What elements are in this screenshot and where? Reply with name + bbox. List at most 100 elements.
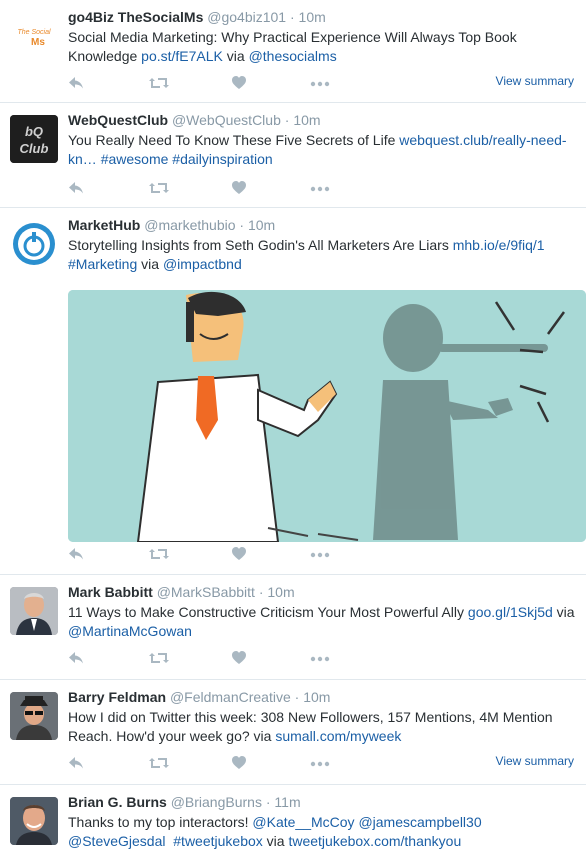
tweet[interactable]: MarketHub @markethubio · 10m Storytellin…	[0, 208, 586, 575]
mention-link[interactable]: @impactbnd	[163, 256, 242, 272]
text-segment: 11 Ways to Make Constructive Criticism Y…	[68, 604, 468, 620]
timestamp[interactable]: 10m	[293, 112, 320, 128]
separator: ·	[258, 584, 264, 600]
tweet-text: 11 Ways to Make Constructive Criticism Y…	[68, 603, 576, 641]
more-icon[interactable]	[310, 179, 330, 197]
reply-icon[interactable]	[68, 74, 84, 92]
like-icon[interactable]	[231, 74, 247, 92]
svg-text:Ms: Ms	[31, 37, 45, 48]
mention-link[interactable]: @Kate__McCoy	[252, 814, 354, 830]
separator: ·	[265, 794, 271, 810]
text-segment: Thanks to my top interactors!	[68, 814, 253, 830]
retweet-icon[interactable]	[148, 754, 170, 772]
mention-link[interactable]: @jamescampbell30	[358, 814, 481, 830]
text-segment: via	[552, 604, 575, 620]
avatar[interactable]: bQ Club	[10, 115, 58, 163]
avatar[interactable]	[10, 587, 58, 635]
author-handle[interactable]: @MarkSBabbitt	[157, 584, 255, 600]
hashtag-link[interactable]: #dailyinspiration	[172, 151, 272, 167]
retweet-icon[interactable]	[148, 649, 170, 667]
tweet[interactable]: The Social Ms go4Biz TheSocialMs @go4biz…	[0, 0, 586, 103]
mention-link[interactable]: @thesocialms	[249, 48, 337, 64]
svg-text:Club: Club	[20, 141, 49, 156]
retweet-icon[interactable]	[148, 74, 170, 92]
author-name[interactable]: Mark Babbitt	[68, 584, 153, 600]
tweet-actions: View summary	[68, 74, 576, 92]
author-name[interactable]: go4Biz TheSocialMs	[68, 9, 203, 25]
separator: ·	[289, 9, 295, 25]
more-icon[interactable]	[310, 74, 330, 92]
link[interactable]: po.st/fE7ALK	[141, 48, 223, 64]
view-summary-link[interactable]: View summary	[496, 754, 574, 768]
view-summary-link[interactable]: View summary	[496, 74, 574, 88]
tweet-text: Storytelling Insights from Seth Godin's …	[68, 236, 576, 274]
link[interactable]: mhb.io/e/9fiq/1	[453, 237, 545, 253]
markethub-logo	[13, 223, 55, 265]
avatar[interactable]	[10, 692, 58, 740]
retweet-icon[interactable]	[148, 545, 170, 563]
mention-link[interactable]: @SteveGjesdal	[68, 833, 165, 849]
separator: ·	[294, 689, 300, 705]
link[interactable]: goo.gl/1Skj5d	[468, 604, 553, 620]
reply-icon[interactable]	[68, 545, 84, 563]
author-name[interactable]: WebQuestClub	[68, 112, 168, 128]
tweet-actions	[68, 179, 576, 197]
like-icon[interactable]	[231, 545, 247, 563]
tweet-text: You Really Need To Know These Five Secre…	[68, 131, 576, 169]
tweet-actions: View summary	[68, 754, 576, 772]
liar-illustration	[68, 290, 586, 542]
more-icon[interactable]	[310, 545, 330, 563]
author-name[interactable]: Brian G. Burns	[68, 794, 167, 810]
tweet-actions	[68, 649, 576, 667]
link[interactable]: tweetjukebox.com/thankyou	[288, 833, 461, 849]
reply-icon[interactable]	[68, 649, 84, 667]
text-segment: You Really Need To Know These Five Secre…	[68, 132, 400, 148]
brian-burns-photo	[10, 797, 58, 845]
tweet[interactable]: Barry Feldman @FeldmanCreative · 10m How…	[0, 680, 586, 785]
tweet-text: How I did on Twitter this week: 308 New …	[68, 708, 576, 746]
tweet-text: Social Media Marketing: Why Practical Ex…	[68, 28, 576, 66]
svg-text:bQ: bQ	[25, 124, 43, 139]
author-handle[interactable]: @FeldmanCreative	[170, 689, 291, 705]
timestamp[interactable]: 10m	[248, 217, 275, 233]
like-icon[interactable]	[231, 754, 247, 772]
author-handle[interactable]: @BriangBurns	[171, 794, 262, 810]
hashtag-link[interactable]: #Marketing	[68, 256, 137, 272]
avatar[interactable]	[10, 220, 58, 268]
timestamp[interactable]: 10m	[299, 9, 326, 25]
avatar[interactable]: The Social Ms	[10, 12, 58, 60]
webquestclub-logo: bQ Club	[10, 115, 58, 163]
retweet-icon[interactable]	[148, 179, 170, 197]
author-handle[interactable]: @WebQuestClub	[172, 112, 281, 128]
reply-icon[interactable]	[68, 754, 84, 772]
author-handle[interactable]: @go4biz101	[207, 9, 286, 25]
tweet[interactable]: Mark Babbitt @MarkSBabbitt · 10m 11 Ways…	[0, 575, 586, 680]
separator: ·	[239, 217, 245, 233]
thesocialms-logo: The Social Ms	[17, 29, 51, 48]
avatar[interactable]	[10, 797, 58, 845]
svg-text:The Social: The Social	[17, 29, 51, 36]
author-name[interactable]: Barry Feldman	[68, 689, 166, 705]
tweet-actions	[68, 545, 576, 563]
text-segment: via	[137, 256, 163, 272]
barry-feldman-photo	[10, 692, 58, 740]
timestamp[interactable]: 10m	[267, 584, 294, 600]
more-icon[interactable]	[310, 649, 330, 667]
hashtag-link[interactable]: #tweetjukebox	[173, 833, 263, 849]
mention-link[interactable]: @MartinaMcGowan	[68, 623, 192, 639]
reply-icon[interactable]	[68, 179, 84, 197]
tweet-media-image[interactable]	[68, 290, 586, 542]
like-icon[interactable]	[231, 649, 247, 667]
timestamp[interactable]: 11m	[274, 794, 300, 810]
tweet[interactable]: bQ Club WebQuestClub @WebQuestClub · 10m…	[0, 103, 586, 208]
tweet[interactable]: Brian G. Burns @BriangBurns · 11m Thanks…	[0, 785, 586, 855]
timestamp[interactable]: 10m	[303, 689, 330, 705]
more-icon[interactable]	[310, 754, 330, 772]
separator: ·	[284, 112, 290, 128]
like-icon[interactable]	[231, 179, 247, 197]
author-name[interactable]: MarketHub	[68, 217, 140, 233]
text-segment: via	[222, 48, 249, 64]
link[interactable]: sumall.com/myweek	[275, 728, 401, 744]
hashtag-link[interactable]: #awesome	[101, 151, 169, 167]
author-handle[interactable]: @markethubio	[144, 217, 235, 233]
